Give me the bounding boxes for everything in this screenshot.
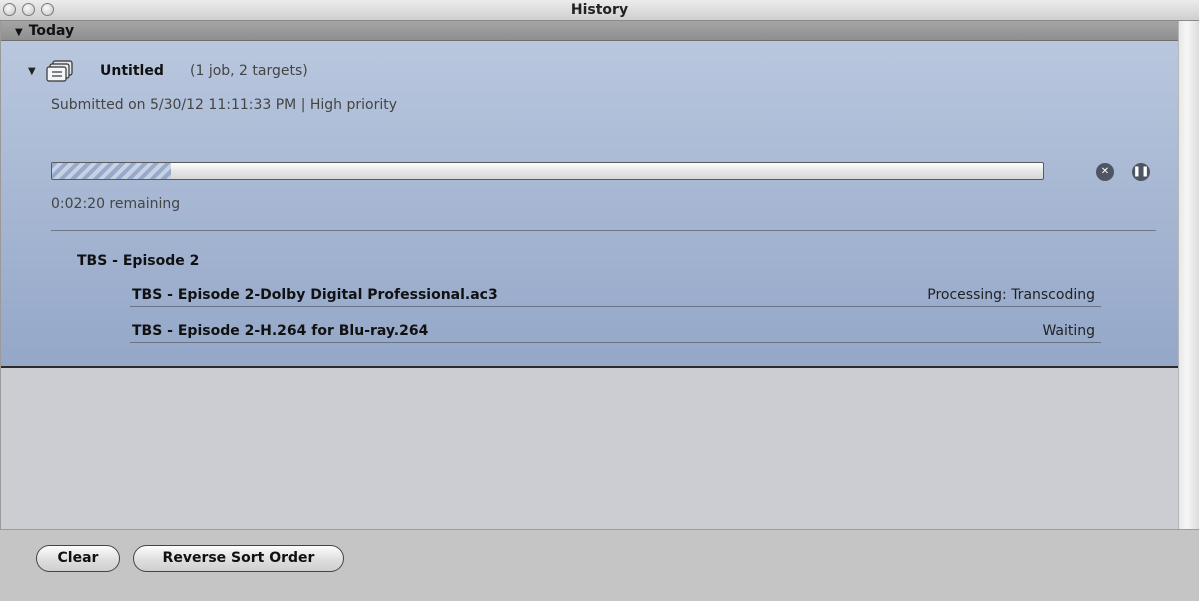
submitted-info: Submitted on 5/30/12 11:11:33 PM | High … xyxy=(51,97,398,113)
target-name: TBS - Episode 2-Dolby Digital Profession… xyxy=(132,287,498,303)
history-list: ▼ Today ▼ Untitled (1 job, 2 targets) Sub… xyxy=(0,21,1179,529)
cancel-icon[interactable]: ✕ xyxy=(1096,163,1114,181)
batch-job-row[interactable]: ▼ Untitled (1 job, 2 targets) Submitted … xyxy=(1,41,1179,368)
batch-icon xyxy=(46,60,73,82)
vertical-scrollbar[interactable] xyxy=(1178,21,1199,529)
job-name: Untitled xyxy=(100,63,164,79)
progress-fill xyxy=(52,163,171,179)
clear-button[interactable]: Clear xyxy=(36,545,120,572)
disclosure-triangle-icon[interactable]: ▼ xyxy=(15,27,23,38)
history-window: History ▼ Today ▼ Untitled (1 job, 2 targ… xyxy=(0,0,1199,601)
job-progress-bar xyxy=(51,162,1044,180)
target-status: Processing: Transcoding xyxy=(927,287,1095,303)
job-meta: (1 job, 2 targets) xyxy=(190,63,308,79)
target-row[interactable]: TBS - Episode 2-Dolby Digital Profession… xyxy=(130,285,1101,307)
time-remaining: 0:02:20 remaining xyxy=(51,196,181,212)
target-status: Waiting xyxy=(1042,323,1095,339)
title-bar: History xyxy=(0,0,1199,21)
window-title: History xyxy=(570,2,629,18)
target-name: TBS - Episode 2-H.264 for Blu-ray.264 xyxy=(132,323,429,339)
source-name: TBS - Episode 2 xyxy=(77,253,200,269)
disclosure-triangle-icon[interactable]: ▼ xyxy=(28,66,36,77)
target-row[interactable]: TBS - Episode 2-H.264 for Blu-ray.264 Wa… xyxy=(130,321,1101,343)
divider xyxy=(51,230,1156,231)
pause-icon[interactable]: ❚❚ xyxy=(1132,163,1150,181)
reverse-sort-order-button[interactable]: Reverse Sort Order xyxy=(133,545,344,572)
bottom-toolbar: Clear Reverse Sort Order xyxy=(0,529,1199,601)
group-header-today[interactable]: ▼ Today xyxy=(1,21,1179,41)
group-label: Today xyxy=(28,23,75,39)
